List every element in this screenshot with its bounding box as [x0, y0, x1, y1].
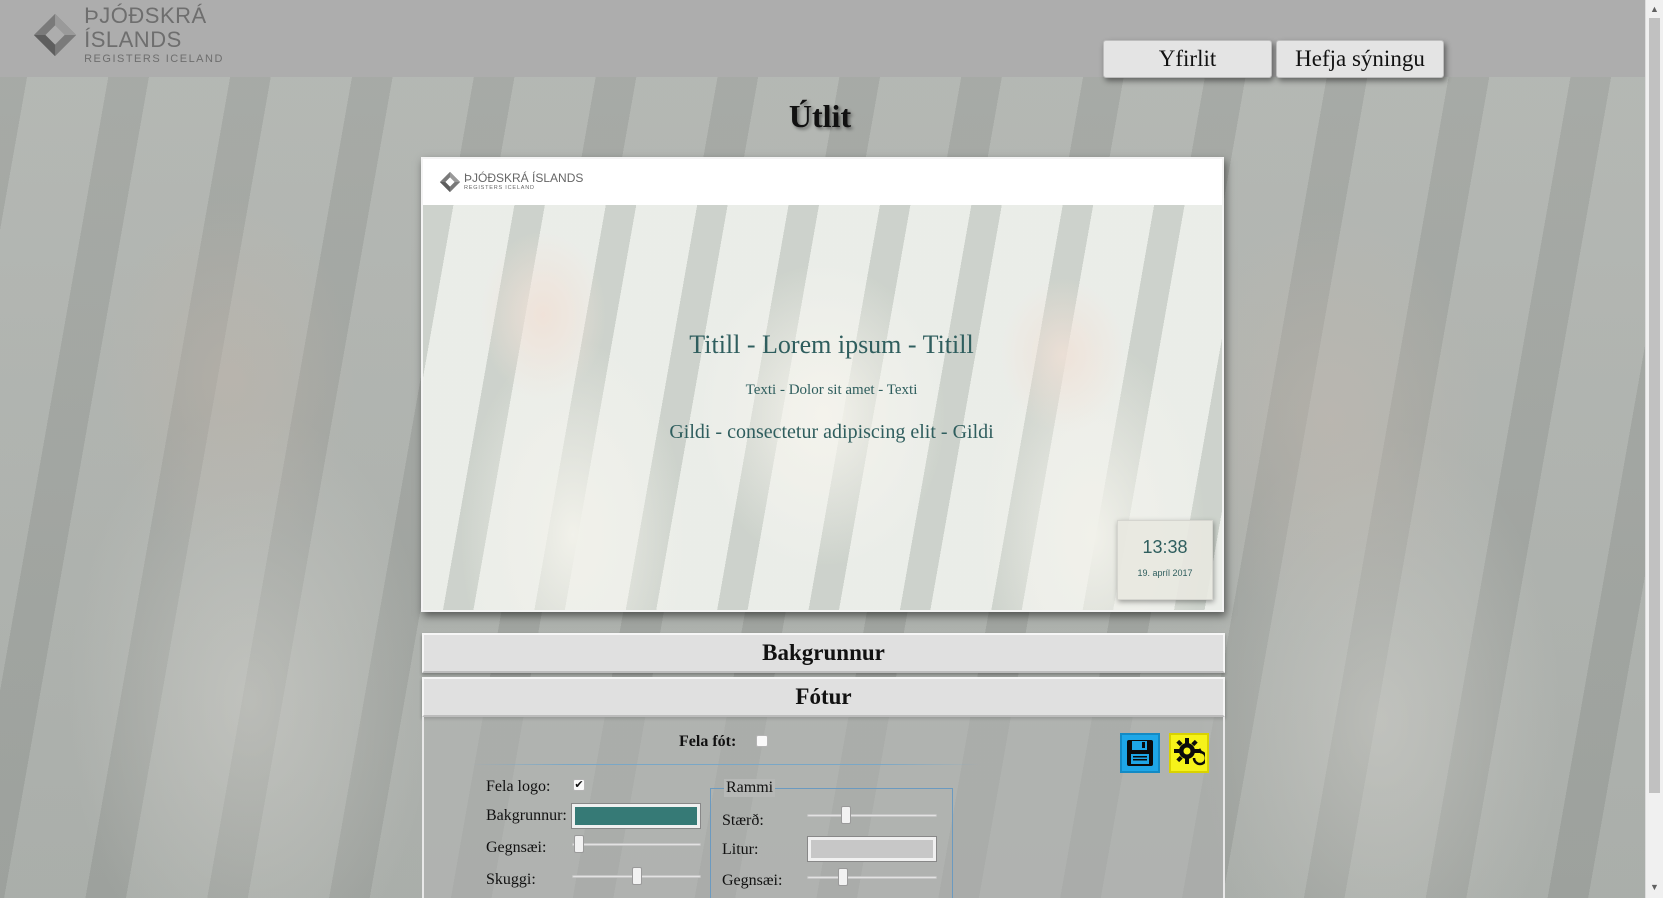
shadow-label: Skuggi:: [486, 871, 536, 888]
preview-title: Titill - Lorem ipsum - Titill: [689, 330, 974, 359]
reset-settings-button[interactable]: [1169, 733, 1209, 773]
background-color-picker[interactable]: [571, 803, 701, 829]
preview-photo: [423, 205, 1222, 610]
gear-reset-icon: [1174, 738, 1205, 766]
scroll-down-arrow-icon[interactable]: ▼: [1650, 882, 1659, 892]
brand-name: ÞJÓÐSKRÁ ÍSLANDS: [84, 3, 207, 52]
shadow-slider-thumb[interactable]: [632, 867, 642, 885]
hide-footer-checkbox[interactable]: [756, 735, 768, 747]
opacity-label: Gegnsæi:: [486, 839, 547, 856]
frame-size-slider-track: [807, 814, 937, 817]
registers-iceland-logo-icon: [33, 13, 77, 57]
scrollbar-thumb[interactable]: [1649, 18, 1660, 793]
frame-opacity-slider-track: [807, 876, 937, 879]
hide-logo-label: Fela logo:: [486, 778, 551, 795]
background-color-swatch: [575, 807, 697, 825]
section-footer-header[interactable]: Fótur: [422, 677, 1225, 717]
page-scrollbar[interactable]: ▲ ▼: [1645, 0, 1663, 898]
clock-time: 13:38: [1142, 537, 1188, 557]
frame-size-slider-thumb[interactable]: [841, 806, 851, 824]
frame-size-slider[interactable]: [807, 806, 937, 824]
floppy-disk-icon: [1127, 740, 1153, 766]
preview-value: Gildi - consectetur adipiscing elit - Gi…: [669, 421, 994, 443]
preview-brand-subtitle: REGISTERS ICELAND: [464, 185, 535, 191]
frame-size-label: Stærð:: [722, 812, 764, 829]
frame-legend: Rammi: [724, 779, 776, 797]
background-color-label: Bakgrunnur:: [486, 807, 567, 824]
shadow-slider[interactable]: [572, 867, 701, 885]
save-button[interactable]: [1120, 733, 1160, 773]
opacity-slider[interactable]: [572, 835, 701, 853]
frame-color-swatch: [811, 840, 933, 858]
overview-button[interactable]: Yfirlit: [1103, 40, 1272, 78]
preview-logo-icon: [439, 171, 461, 193]
frame-color-picker[interactable]: [807, 836, 937, 862]
preview-header: ÞJÓÐSKRÁ ÍSLANDS REGISTERS ICELAND: [423, 159, 1222, 205]
hide-footer-label: Fela fót:: [679, 733, 737, 750]
frame-color-label: Litur:: [722, 841, 759, 858]
section-background-header[interactable]: Bakgrunnur: [422, 633, 1225, 673]
opacity-slider-track: [572, 843, 701, 846]
scroll-up-arrow-icon[interactable]: ▲: [1650, 4, 1659, 14]
frame-opacity-slider[interactable]: [807, 868, 937, 886]
start-show-button[interactable]: Hefja sýningu: [1276, 40, 1444, 78]
opacity-slider-thumb[interactable]: [574, 835, 584, 853]
frame-opacity-slider-thumb[interactable]: [838, 868, 848, 886]
brand-subtitle: REGISTERS ICELAND: [84, 53, 224, 65]
hide-logo-checkbox[interactable]: ✔: [573, 779, 585, 791]
preview-brand-name: ÞJÓÐSKRÁ ÍSLANDS: [464, 171, 584, 185]
preview-text: Texti - Dolor sit amet - Texti: [745, 382, 918, 398]
preview-clock: 13:38 19. apríl 2017: [1117, 520, 1213, 600]
page-title: Útlit: [788, 98, 852, 134]
frame-opacity-label: Gegnsæi:: [722, 872, 783, 889]
divider: [470, 764, 980, 765]
clock-date: 19. apríl 2017: [1137, 568, 1193, 578]
brand-logo[interactable]: ÞJÓÐSKRÁ ÍSLANDS REGISTERS ICELAND: [32, 4, 302, 65]
